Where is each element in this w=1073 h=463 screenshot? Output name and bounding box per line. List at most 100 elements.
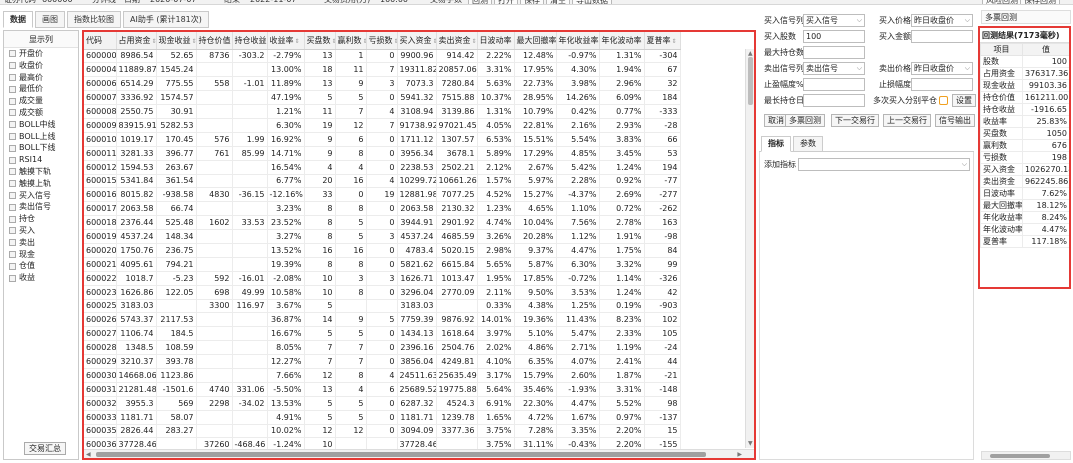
toolbar-item[interactable]: 导出数据: [572, 0, 612, 4]
table-row[interactable]: 600006 6514.29 775.55 558 -1.01 11.89% 13 9 3 707…: [84, 76, 681, 92]
column-header[interactable]: 最大回撤率⇕: [514, 32, 557, 50]
column-list-item[interactable]: 收益: [4, 272, 78, 284]
table-row[interactable]: 600019 4537.24 148.34 3.27% 8 5 3 4537.24 4685.5…: [84, 229, 681, 244]
column-checkbox[interactable]: [9, 168, 16, 176]
toolbar-item[interactable]: 回测: [468, 0, 492, 4]
scroll-thumb[interactable]: [990, 454, 1050, 458]
table-row[interactable]: 600010 1019.17 170.45 576 1.99 16.92% 9 6 0 1711.…: [84, 132, 681, 147]
table-row[interactable]: 600031 21281.48 -1501.6 4740 331.06 -5.50% 13 4…: [84, 382, 681, 397]
column-checkbox[interactable]: [9, 215, 16, 223]
table-row[interactable]: 600030 14668.06 1123.86 7.66% 12 8 4 24511.63 25…: [84, 368, 681, 383]
table-row[interactable]: 600028 1348.5 108.59 8.05% 7 7 0 2396.16 2504.76…: [84, 340, 681, 356]
column-checkbox[interactable]: [9, 62, 16, 70]
column-checkbox[interactable]: [9, 239, 16, 247]
column-list-item[interactable]: 收盘价: [4, 60, 78, 72]
buy-amount-input[interactable]: [911, 30, 973, 43]
column-header[interactable]: 夏普率⇕: [644, 32, 681, 50]
column-list-item[interactable]: 仓值: [4, 260, 78, 272]
sort-icon[interactable]: ⇕: [433, 38, 436, 45]
signal-output-button[interactable]: 信号输出: [935, 114, 975, 127]
tab-index-compare[interactable]: 指数比较图: [67, 11, 121, 28]
column-header[interactable]: 现金收益⇕: [156, 32, 197, 50]
scroll-left-icon[interactable]: ◀: [86, 450, 91, 458]
tab-params[interactable]: 参数: [793, 136, 823, 152]
column-header[interactable]: 持仓价值⇕: [196, 32, 233, 50]
column-header[interactable]: 买盘数⇕: [304, 32, 336, 50]
table-row[interactable]: 600011 3281.33 396.77 761 85.99 14.71% 9 8 0 3956…: [84, 146, 681, 161]
sort-icon[interactable]: ⇕: [295, 38, 300, 45]
buy-shares-input[interactable]: 100: [803, 30, 865, 43]
results-scrollbar[interactable]: [981, 451, 1071, 460]
table-row[interactable]: 600016 8015.82 -938.58 4830 -36.15 -12.16% 33 0…: [84, 187, 681, 203]
column-checkbox[interactable]: [9, 50, 16, 58]
column-checkbox[interactable]: [9, 109, 16, 117]
trade-summary-button[interactable]: 交易汇总: [24, 442, 66, 455]
table-row[interactable]: 600007 3336.92 1574.57 47.19% 5 5 0 5941.32 7515…: [84, 90, 681, 106]
column-list-item[interactable]: 买入信号: [4, 190, 78, 202]
column-checkbox[interactable]: [9, 121, 16, 129]
table-row[interactable]: 600020 1750.76 236.75 13.52% 16 16 0 4783.4 5020…: [84, 243, 681, 258]
table-row[interactable]: 600017 2063.58 66.74 3.23% 8 8 0 2063.58 2130.32…: [84, 201, 681, 217]
table-row[interactable]: 600023 1626.86 122.05 698 49.99 10.58% 10 8 0 329…: [84, 285, 681, 300]
buy-price-select[interactable]: 昨日收盘价 ⌵: [911, 14, 973, 27]
table-row[interactable]: 600015 5341.84 361.54 6.77% 20 16 4 10299.72 106…: [84, 174, 681, 189]
column-list-item[interactable]: 最低价: [4, 83, 78, 95]
column-header[interactable]: 亏损数⇕: [366, 32, 398, 50]
column-list-item[interactable]: 成交额: [4, 107, 78, 119]
column-checkbox[interactable]: [9, 132, 16, 140]
column-list-item[interactable]: 卖出: [4, 237, 78, 249]
table-row[interactable]: 600022 1018.7 -5.23 592 -16.01 -2.08% 10 3 3 1626…: [84, 271, 681, 286]
column-checkbox[interactable]: [9, 250, 16, 258]
tab-ai-assistant[interactable]: AI助手 (累计181次): [123, 11, 209, 28]
column-header[interactable]: 年化收益率⇕: [556, 32, 600, 50]
toolbar-item[interactable]: 风险回测: [982, 0, 1022, 4]
scroll-thumb[interactable]: [748, 57, 753, 105]
column-checkbox[interactable]: [9, 227, 16, 235]
column-checkbox[interactable]: [9, 97, 16, 105]
table-row[interactable]: 600029 3210.37 393.78 12.27% 7 7 0 3856.04 4249.…: [84, 354, 681, 369]
column-checkbox[interactable]: [9, 85, 16, 93]
vertical-scrollbar[interactable]: ▲ ▼: [745, 49, 754, 448]
column-list-item[interactable]: 开盘价: [4, 48, 78, 60]
sort-icon[interactable]: ⇕: [363, 38, 366, 45]
table-row[interactable]: 600004 11889.87 1545.24 13.00% 18 11 7 19311.82…: [84, 62, 681, 78]
sell-price-select[interactable]: 昨日收盘价 ⌵: [911, 62, 973, 75]
column-header[interactable]: 年化波动率⇕: [599, 32, 645, 50]
toolbar-item[interactable]: 清空: [546, 0, 570, 4]
column-list-item[interactable]: 卖出信号: [4, 201, 78, 213]
toolbar-item[interactable]: 打开: [494, 0, 518, 4]
next-trade-row-button[interactable]: 下一交易行: [831, 114, 879, 127]
column-checkbox[interactable]: [9, 144, 16, 152]
column-header[interactable]: 卖出资金⇕: [436, 32, 478, 50]
column-list-item[interactable]: 持仓: [4, 213, 78, 225]
table-row[interactable]: 600021 4095.61 794.21 19.39% 8 8 0 5821.62 6615.…: [84, 257, 681, 272]
column-checkbox[interactable]: [9, 191, 16, 199]
column-header[interactable]: 代码: [84, 32, 117, 50]
column-checkbox[interactable]: [9, 156, 16, 164]
column-list-item[interactable]: RSI14: [4, 154, 78, 166]
scroll-thumb[interactable]: [96, 452, 706, 457]
settings-button[interactable]: 设置: [952, 94, 976, 107]
column-list-item[interactable]: 触摸下轨: [4, 166, 78, 178]
column-list-item[interactable]: 触摸上轨: [4, 178, 78, 190]
table-row[interactable]: 600027 1106.74 184.5 16.67% 5 5 0 1434.13 1618.6…: [84, 326, 681, 342]
scroll-right-icon[interactable]: ▶: [737, 450, 742, 458]
sort-icon[interactable]: ⇕: [152, 38, 156, 45]
column-checkbox[interactable]: [9, 73, 16, 81]
sort-icon[interactable]: ⇕: [472, 38, 477, 45]
stop-loss-input[interactable]: [911, 78, 973, 91]
toolbar-item[interactable]: 保存回测: [1020, 0, 1060, 4]
column-list-item[interactable]: 成交量: [4, 95, 78, 107]
multi-buy-checkbox[interactable]: [939, 96, 948, 105]
table-row[interactable]: 600018 2376.44 525.48 1602 33.53 23.52% 8 5 0 394…: [84, 215, 681, 231]
column-header[interactable]: 占用资金⇕: [116, 32, 157, 50]
column-checkbox[interactable]: [9, 274, 16, 282]
column-list-item[interactable]: BOLL中线: [4, 119, 78, 131]
table-row[interactable]: 600000 8986.54 52.65 8736 -303.2 -2.79% 13 1 0 99…: [84, 49, 681, 64]
multi-stock-backtest-button[interactable]: 多票回测: [785, 114, 825, 127]
column-checkbox[interactable]: [9, 262, 16, 270]
sort-icon[interactable]: ⇕: [192, 38, 196, 45]
buy-signal-select[interactable]: 买入信号 ⌵: [803, 14, 865, 27]
tab-indicator[interactable]: 指标: [761, 136, 791, 152]
table-row[interactable]: 600035 2826.44 283.27 10.02% 12 12 0 3094.09 337…: [84, 424, 681, 439]
